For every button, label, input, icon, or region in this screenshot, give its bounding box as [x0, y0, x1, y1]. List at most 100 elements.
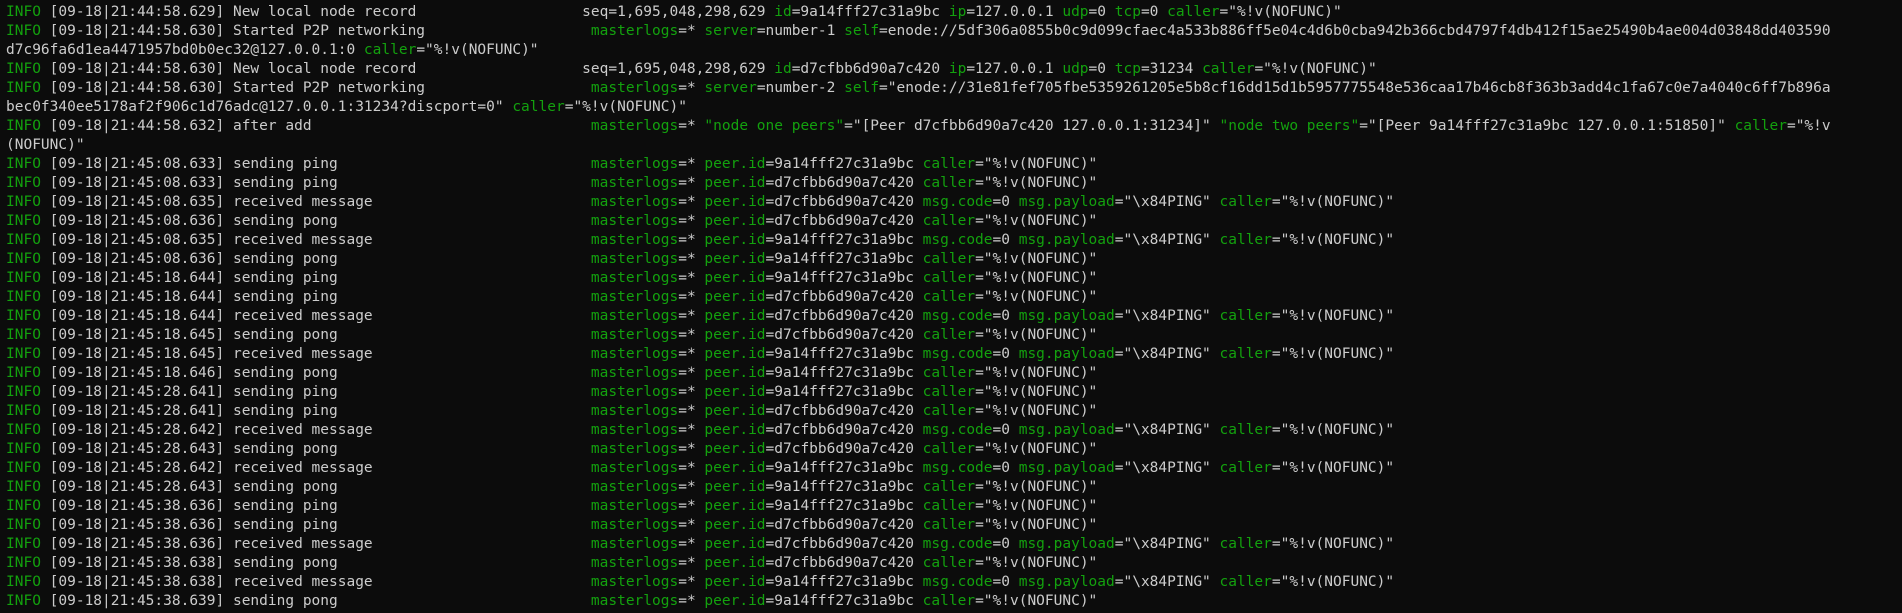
log-key: peer.id — [704, 232, 766, 248]
log-text: ="%!v(NOFUNC)" — [1271, 574, 1395, 590]
log-key: INFO — [6, 498, 41, 514]
log-key: msg.code — [922, 194, 993, 210]
log-text: =* — [678, 574, 705, 590]
log-line: INFO [09-18|21:45:38.636] sending ping m… — [6, 516, 1902, 535]
log-text: =9a14fff27c31a9bc — [765, 365, 923, 381]
log-key: caller — [1202, 61, 1255, 77]
log-text: =* — [678, 441, 705, 457]
log-key: INFO — [6, 308, 41, 324]
log-key: masterlogs — [590, 498, 679, 514]
log-text: ="%!v(NOFUNC)" — [975, 555, 1098, 571]
log-line: (NOFUNC)" — [6, 136, 1902, 155]
log-key: caller — [922, 403, 976, 419]
log-text: ="%!v(NOFUNC)" — [975, 213, 1098, 229]
log-key: peer.id — [704, 194, 766, 210]
log-line: INFO [09-18|21:45:38.639] sending pong m… — [6, 592, 1902, 611]
log-text: seq=1,695,048,298,629 — [582, 61, 775, 77]
log-text: =* — [678, 593, 705, 609]
log-line: INFO [09-18|21:45:18.644] sending ping m… — [6, 269, 1902, 288]
log-text: =* — [678, 327, 705, 343]
log-text: (NOFUNC)" — [6, 137, 85, 153]
log-text: [09-18|21:45:18.644] sending ping — [40, 289, 591, 305]
log-key: masterlogs — [590, 384, 679, 400]
log-text: [09-18|21:45:28.641] sending ping — [40, 384, 591, 400]
log-text: =d7cfbb6d90a7c420 — [765, 555, 923, 571]
log-text: =9a14fff27c31a9bc — [765, 593, 923, 609]
log-key: caller — [1219, 460, 1272, 476]
log-key: self — [844, 80, 880, 96]
log-key: masterlogs — [590, 441, 679, 457]
log-text: [09-18|21:45:38.636] received message — [40, 536, 591, 552]
log-text: ="\x84PING" — [1114, 536, 1220, 552]
log-text: [09-18|21:45:18.645] sending pong — [40, 327, 591, 343]
log-line: INFO [09-18|21:45:18.644] sending ping m… — [6, 288, 1902, 307]
log-key: msg.code — [922, 232, 993, 248]
log-key: msg.payload — [1018, 422, 1115, 438]
log-key: masterlogs — [590, 365, 679, 381]
log-key: peer.id — [704, 574, 766, 590]
log-key: msg.code — [922, 308, 993, 324]
log-key: udp — [1062, 61, 1089, 77]
log-text: =0 — [992, 422, 1019, 438]
log-text: ="%!v(NOFUNC)" — [1254, 61, 1377, 77]
log-line: d7c96fa6d1ea4471957bd0b0ec32@127.0.0.1:0… — [6, 41, 1902, 60]
log-line: INFO [09-18|21:45:08.636] sending pong m… — [6, 250, 1902, 269]
log-text: =9a14fff27c31a9bc — [765, 479, 923, 495]
log-text: =d7cfbb6d90a7c420 — [765, 517, 923, 533]
log-text: =0 — [992, 308, 1019, 324]
log-text: =d7cfbb6d90a7c420 — [791, 61, 949, 77]
log-text: =* — [678, 536, 705, 552]
log-key: masterlogs — [590, 80, 679, 96]
log-key: msg.payload — [1018, 460, 1115, 476]
log-key: caller — [363, 42, 417, 58]
log-text: ="%!v(NOFUNC)" — [975, 289, 1098, 305]
log-key: INFO — [6, 346, 41, 362]
log-key: masterlogs — [590, 517, 679, 533]
log-text: ="%!v(NOFUNC)" — [1271, 422, 1395, 438]
log-key: INFO — [6, 232, 41, 248]
log-key: caller — [1219, 194, 1272, 210]
log-key: masterlogs — [590, 574, 679, 590]
log-line: INFO [09-18|21:45:18.645] received messa… — [6, 345, 1902, 364]
log-line: INFO [09-18|21:45:28.642] received messa… — [6, 459, 1902, 478]
log-text: [09-18|21:45:18.644] sending ping — [40, 270, 591, 286]
log-text: ="%!v(NOFUNC)" — [975, 441, 1098, 457]
log-text: [09-18|21:45:38.639] sending pong — [40, 593, 591, 609]
log-text: =* — [678, 80, 705, 96]
log-key: server — [704, 80, 757, 96]
log-line: INFO [09-18|21:45:08.633] sending ping m… — [6, 155, 1902, 174]
log-key: caller — [1219, 574, 1272, 590]
log-key: peer.id — [704, 593, 766, 609]
log-text: =d7cfbb6d90a7c420 — [765, 194, 923, 210]
log-text: =* — [678, 384, 705, 400]
log-text: =* — [678, 498, 705, 514]
log-text: ="%!v(NOFUNC)" — [1271, 460, 1395, 476]
terminal-output[interactable]: INFO [09-18|21:44:58.629] New local node… — [0, 0, 1902, 613]
log-text: =d7cfbb6d90a7c420 — [765, 441, 923, 457]
log-text: ="\x84PING" — [1114, 346, 1220, 362]
log-text: =0 — [992, 232, 1019, 248]
log-text: =d7cfbb6d90a7c420 — [765, 289, 923, 305]
log-text: =* — [678, 555, 705, 571]
log-text: [09-18|21:45:38.636] sending ping — [40, 517, 591, 533]
log-text: ="%!v(NOFUNC)" — [975, 384, 1098, 400]
log-key: caller — [512, 99, 565, 115]
log-key: tcp — [1114, 4, 1141, 20]
log-text: =* — [678, 213, 705, 229]
log-text: [09-18|21:45:28.642] received message — [40, 422, 591, 438]
log-text: =* — [678, 403, 705, 419]
log-text: =* — [678, 346, 705, 362]
log-text: [09-18|21:45:08.633] sending ping — [40, 175, 591, 191]
log-text: =* — [678, 194, 705, 210]
log-key: msg.payload — [1018, 194, 1115, 210]
log-key: caller — [922, 441, 976, 457]
log-key: INFO — [6, 460, 41, 476]
log-key: server — [704, 23, 757, 39]
log-line: INFO [09-18|21:45:08.633] sending ping m… — [6, 174, 1902, 193]
log-key: caller — [1219, 308, 1272, 324]
log-text: =* — [678, 251, 705, 267]
log-text: =9a14fff27c31a9bc — [765, 232, 923, 248]
log-text: ="%!v — [1786, 118, 1831, 134]
log-text: =127.0.0.1 — [966, 4, 1063, 20]
log-text: =0 — [1088, 4, 1115, 20]
